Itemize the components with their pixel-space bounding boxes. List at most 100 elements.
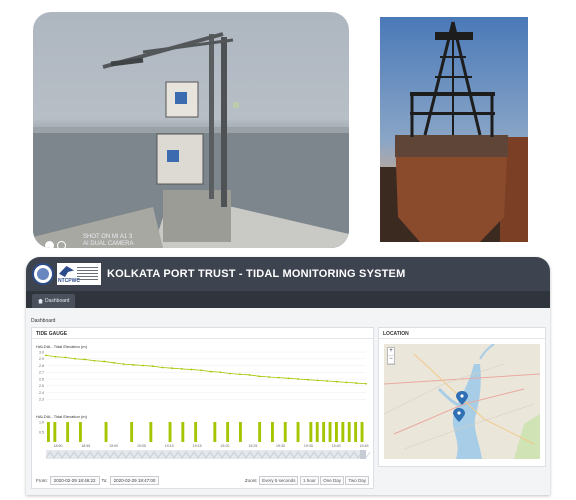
zoom-1d-button[interactable]: One Day xyxy=(320,476,344,485)
y-tick-label: 2.5 xyxy=(39,384,44,388)
y-tick-label: 2.3 xyxy=(39,398,44,402)
data-point xyxy=(64,356,67,359)
data-point xyxy=(277,376,280,379)
x-tick-label: 18:55 xyxy=(81,444,90,448)
app-title: KOLKATA PORT TRUST - TIDAL MONITORING SY… xyxy=(107,268,406,280)
zoom-out-button[interactable]: − xyxy=(388,356,394,364)
bar xyxy=(335,422,338,442)
bar-y-tick-label: 1.0 xyxy=(39,420,44,424)
bar-y-tick-label: 0.5 xyxy=(39,430,44,434)
x-tick-label: 19:40 xyxy=(332,444,341,448)
data-point xyxy=(326,380,329,382)
data-point xyxy=(229,372,232,375)
chart2-title: HALDIA - Tidal Elevation (m) xyxy=(36,414,88,419)
tide-gauge-photo: SHOT ON MI A1 3 AI DUAL CAMERA xyxy=(33,12,349,248)
x-tick-label: 19:20 xyxy=(220,444,229,448)
bar xyxy=(104,422,108,442)
bar xyxy=(53,422,57,442)
data-point xyxy=(93,359,96,362)
data-point xyxy=(297,378,300,380)
y-tick-label: 2.7 xyxy=(39,371,44,375)
panel-title: LOCATION xyxy=(379,328,545,339)
tide-gauge-panel: TIDE GAUGE HALDIA - Tidal Elevation (m) … xyxy=(31,327,374,489)
app-header: NTCPWC KOLKATA PORT TRUST - TIDAL MONITO… xyxy=(26,257,550,291)
bar xyxy=(309,422,313,442)
data-point xyxy=(268,376,270,378)
x-tick-label: 19:10 xyxy=(165,444,174,448)
buoy-photo xyxy=(380,17,528,242)
bar xyxy=(315,422,319,442)
data-point xyxy=(74,357,76,360)
y-tick-label: 3.0 xyxy=(39,350,44,354)
data-point xyxy=(45,354,47,357)
data-point xyxy=(103,360,106,363)
data-point xyxy=(171,367,173,370)
data-point xyxy=(345,381,348,384)
x-tick-label: 19:25 xyxy=(248,444,257,448)
data-point xyxy=(336,380,338,383)
bar xyxy=(296,422,300,442)
x-tick-label: 19:00 xyxy=(109,444,118,448)
bar xyxy=(213,422,217,442)
location-map[interactable]: + − xyxy=(384,344,540,459)
x-tick-label: 19:05 xyxy=(137,444,146,448)
data-point xyxy=(180,367,183,370)
bar xyxy=(66,422,70,442)
bar xyxy=(181,422,185,442)
map-zoom-control: + − xyxy=(387,347,395,365)
navigator-handle[interactable] xyxy=(360,450,366,459)
bar xyxy=(258,422,262,442)
dashboard-screenshot: NTCPWC KOLKATA PORT TRUST - TIDAL MONITO… xyxy=(26,257,550,495)
series-line xyxy=(45,354,367,385)
data-point xyxy=(209,370,212,373)
from-date-input[interactable]: 2020-02-29 18:46:22 xyxy=(49,476,100,485)
bar xyxy=(79,422,82,442)
bar xyxy=(194,422,198,442)
tab-dashboard[interactable]: Dashboard xyxy=(32,294,76,308)
y-tick-label: 2.4 xyxy=(39,391,44,395)
y-tick-label: 2.8 xyxy=(39,364,44,368)
zoom-5s-button[interactable]: Every 5 seconds xyxy=(259,476,299,485)
tide-chart[interactable]: HALDIA - Tidal Elevation (m) HALDIA - Ti… xyxy=(32,340,375,475)
data-point xyxy=(248,374,251,376)
zoom-2d-button[interactable]: Two Day xyxy=(345,476,369,485)
y-tick-label: 2.9 xyxy=(39,357,44,361)
data-point xyxy=(161,366,164,369)
data-point xyxy=(239,373,241,376)
chart1-title: HALDIA - Tidal Elevation (m) xyxy=(36,344,88,349)
bar xyxy=(149,422,153,442)
bar xyxy=(283,422,287,442)
x-tick-label: 19:30 xyxy=(276,444,285,448)
data-point xyxy=(112,361,115,364)
to-date-input[interactable]: 2020-02-29 19:47:00 xyxy=(109,476,160,485)
panel-title: TIDE GAUGE xyxy=(32,328,373,339)
y-tick-label: 2.6 xyxy=(39,377,44,381)
bar xyxy=(130,422,134,442)
data-point xyxy=(142,364,144,367)
data-point xyxy=(316,379,319,382)
zoom-in-button[interactable]: + xyxy=(388,348,394,356)
data-point xyxy=(258,375,261,378)
date-range: From: 2020-02-29 18:46:22 To: 2020-02-29… xyxy=(36,476,160,485)
bar xyxy=(47,422,50,442)
bar xyxy=(239,422,242,442)
bar xyxy=(271,422,274,442)
x-tick-label: 19:35 xyxy=(304,444,313,448)
bar xyxy=(328,422,332,442)
data-point xyxy=(219,371,222,374)
bar xyxy=(322,422,326,442)
bar xyxy=(360,422,364,442)
kolkata-port-logo xyxy=(32,263,54,285)
x-tick-label: 19:45 xyxy=(360,444,369,448)
data-point xyxy=(151,365,154,368)
zoom-1h-button[interactable]: 1 hour xyxy=(299,476,319,485)
data-point xyxy=(190,368,193,371)
data-point xyxy=(132,363,135,366)
nav-bar: Dashboard xyxy=(26,291,550,308)
breadcrumb: Dashboard xyxy=(31,318,56,324)
data-point xyxy=(306,378,309,381)
bar xyxy=(341,422,345,442)
carousel-dots[interactable] xyxy=(45,237,69,248)
photo-watermark: SHOT ON MI A1 3 AI DUAL CAMERA xyxy=(83,234,134,247)
data-point xyxy=(287,377,290,380)
